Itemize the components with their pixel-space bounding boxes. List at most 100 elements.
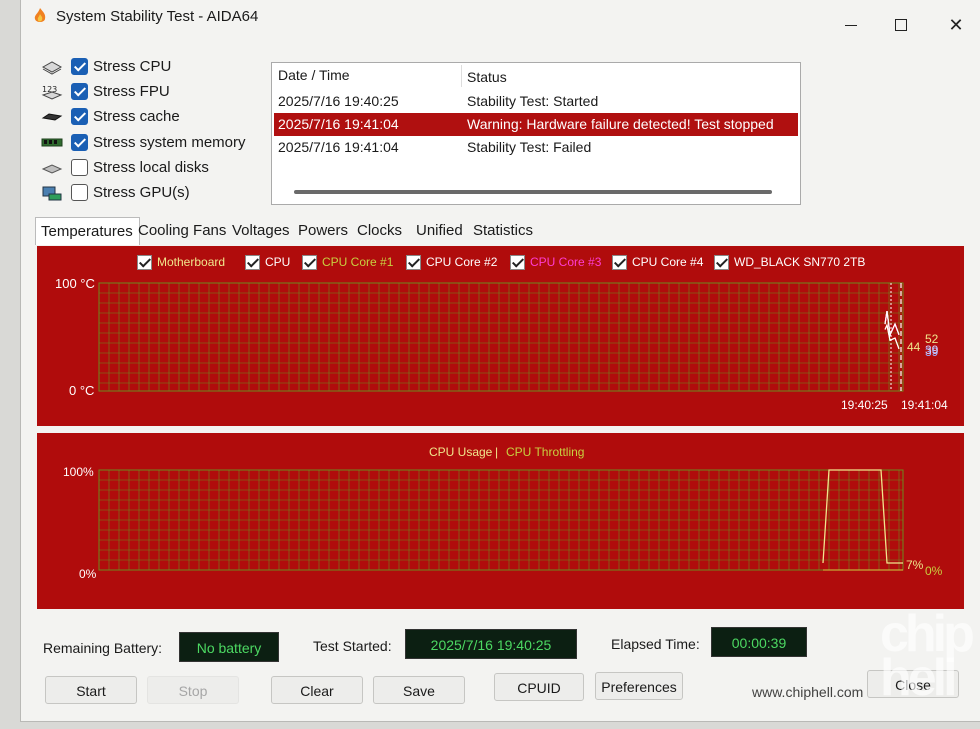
y-axis-max-label: 100% (63, 465, 94, 479)
chiphell-logo-watermark: chip hell (880, 605, 975, 707)
stress-cache-label: Stress cache (93, 108, 180, 125)
log-time: 2025/7/16 19:41:04 (278, 139, 399, 155)
disk-icon (41, 164, 63, 174)
window-title: System Stability Test - AIDA64 (56, 8, 259, 25)
log-header-datetime[interactable]: Date / Time (278, 67, 350, 83)
stress-memory-checkbox[interactable] (71, 134, 88, 151)
test-started-display: 2025/7/16 19:40:25 (405, 629, 577, 659)
minimize-icon (845, 25, 857, 26)
event-log-list[interactable]: Date / Time Status 2025/7/16 19:40:25 St… (271, 62, 801, 205)
stress-fpu-label: Stress FPU (93, 83, 170, 100)
temperature-legend: Motherboard CPU CPU Core #1 CPU Core #2 … (37, 254, 964, 274)
tab-cooling-fans[interactable]: Cooling Fans (133, 217, 232, 245)
legend-label: Motherboard (157, 255, 226, 269)
site-watermark: www.chiphell.com (752, 684, 864, 700)
log-status: Warning: Hardware failure detected! Test… (467, 116, 774, 132)
stress-cpu-checkbox[interactable] (71, 58, 88, 75)
fpu-123-icon: 123 (41, 85, 63, 100)
log-status: Stability Test: Started (467, 93, 599, 109)
option-stress-gpu[interactable]: Stress GPU(s) (41, 182, 281, 204)
save-button[interactable]: Save (373, 676, 465, 704)
stress-fpu-checkbox[interactable] (71, 83, 88, 100)
x-axis-end-label: 19:41:04 (901, 398, 948, 412)
tab-unified[interactable]: Unified (411, 217, 469, 245)
maximize-button[interactable] (881, 14, 921, 36)
log-row-selected[interactable]: 2025/7/16 19:41:04 Warning: Hardware fai… (274, 113, 798, 136)
stress-cache-checkbox[interactable] (71, 108, 88, 125)
maximize-icon (895, 19, 907, 31)
y-axis-max-label: 100 °C (55, 276, 95, 291)
legend-checkbox[interactable] (245, 255, 260, 270)
legend-checkbox[interactable] (510, 255, 525, 270)
cpu-chip-icon (41, 61, 63, 75)
cpu-throttling-title: CPU Throttling (506, 445, 585, 459)
log-time: 2025/7/16 19:41:04 (278, 116, 399, 132)
aida64-flame-icon (34, 8, 46, 22)
legend-checkbox[interactable] (612, 255, 627, 270)
legend-label: CPU Core #1 (322, 255, 394, 269)
x-axis-start-label: 19:40:25 (841, 398, 888, 412)
option-stress-cache[interactable]: Stress cache (41, 106, 281, 128)
stability-test-window: System Stability Test - AIDA64 ✕ Stress … (20, 0, 980, 722)
log-header-status[interactable]: Status (467, 69, 507, 85)
option-stress-cpu[interactable]: Stress CPU (41, 56, 281, 78)
column-divider[interactable] (461, 65, 462, 87)
legend-label: CPU Core #4 (632, 255, 704, 269)
option-stress-memory[interactable]: Stress system memory (41, 132, 281, 154)
cpuid-button[interactable]: CPUID (494, 673, 584, 701)
legend-checkbox[interactable] (137, 255, 152, 270)
legend-checkbox[interactable] (302, 255, 317, 270)
tab-strip: Temperatures Cooling Fans Voltages Power… (35, 217, 975, 245)
legend-label: WD_BLACK SN770 2TB (734, 255, 866, 269)
option-stress-disks[interactable]: Stress local disks (41, 157, 281, 179)
cpu-usage-line (822, 469, 903, 564)
stress-memory-label: Stress system memory (93, 134, 246, 151)
elapsed-time-display: 00:00:39 (711, 627, 807, 657)
battery-display: No battery (179, 632, 279, 662)
test-started-label: Test Started: (313, 638, 392, 654)
gpu-card-icon (42, 186, 62, 201)
clear-button[interactable]: Clear (271, 676, 363, 704)
cpu-usage-title: CPU Usage (429, 445, 493, 459)
tab-temperatures[interactable]: Temperatures (35, 217, 140, 245)
cpu-usage-end-value: 7% (906, 558, 924, 572)
end-value-label: 44 (907, 340, 921, 354)
memory-module-icon (41, 138, 63, 147)
start-button[interactable]: Start (45, 676, 137, 704)
stress-gpu-label: Stress GPU(s) (93, 184, 190, 201)
stop-button[interactable]: Stop (147, 676, 239, 704)
horizontal-scrollbar[interactable] (294, 190, 772, 194)
tab-voltages[interactable]: Voltages (227, 217, 296, 245)
cpu-throttling-end-value: 0% (925, 564, 943, 578)
cpu-usage-graph-panel: CPU Usage | CPU Throttling 100% 0% 7% 0% (37, 433, 964, 609)
battery-label: Remaining Battery: (43, 640, 163, 656)
elapsed-time-label: Elapsed Time: (611, 636, 700, 652)
legend-label: CPU Core #2 (426, 255, 498, 269)
stress-gpu-checkbox[interactable] (71, 184, 88, 201)
cache-chip-icon (41, 113, 63, 121)
chart-title-separator: | (495, 445, 499, 459)
stress-cpu-label: Stress CPU (93, 58, 172, 75)
legend-checkbox[interactable] (714, 255, 729, 270)
close-icon: ✕ (948, 15, 964, 35)
tab-powers[interactable]: Powers (293, 217, 354, 245)
title-bar: System Stability Test - AIDA64 ✕ (21, 0, 980, 36)
tab-clocks[interactable]: Clocks (352, 217, 408, 245)
preferences-button[interactable]: Preferences (595, 672, 683, 700)
legend-label: CPU Core #3 (530, 255, 602, 269)
log-row[interactable]: 2025/7/16 19:40:25 Stability Test: Start… (274, 90, 798, 113)
legend-checkbox[interactable] (406, 255, 421, 270)
log-status: Stability Test: Failed (467, 139, 592, 155)
log-time: 2025/7/16 19:40:25 (278, 93, 399, 109)
option-stress-fpu[interactable]: 123 Stress FPU (41, 81, 281, 103)
minimize-button[interactable] (831, 14, 871, 36)
log-row[interactable]: 2025/7/16 19:41:04 Stability Test: Faile… (274, 136, 798, 159)
stress-disks-label: Stress local disks (93, 159, 209, 176)
cpu-usage-graph (98, 469, 904, 571)
end-value-label: 39 (925, 343, 939, 357)
y-axis-min-label: 0 °C (69, 383, 95, 398)
plot-area-border (98, 282, 904, 392)
close-window-button[interactable]: ✕ (936, 14, 976, 36)
tab-statistics[interactable]: Statistics (468, 217, 539, 245)
stress-disks-checkbox[interactable] (71, 159, 88, 176)
